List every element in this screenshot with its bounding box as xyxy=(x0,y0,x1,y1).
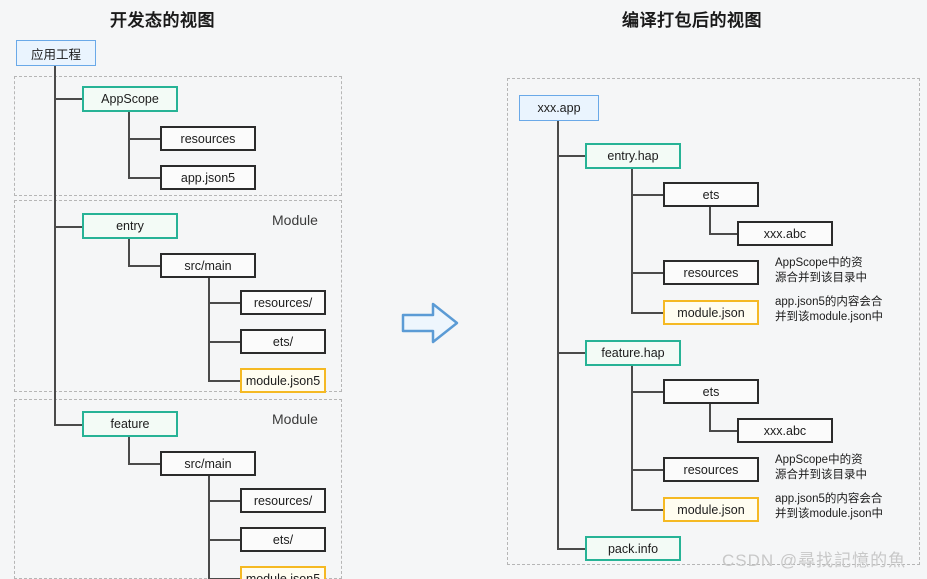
node-app-project[interactable]: 应用工程 xyxy=(16,40,96,66)
csdn-watermark: CSDN @尋找記憶的魚 xyxy=(722,551,907,570)
connector-ets-abc-feature xyxy=(709,430,737,432)
connector-appscope-appjson5 xyxy=(128,177,160,179)
connector-ets-abc-entry xyxy=(709,233,737,235)
spine-appscope xyxy=(128,112,130,178)
connector-entry-srcmain xyxy=(128,265,160,267)
node-entryhap-module-json[interactable]: module.json xyxy=(663,300,759,325)
annotation-resources-feature: AppScope中的资 源合并到该目录中 xyxy=(775,454,867,481)
connector-root-feature xyxy=(54,424,82,426)
node-feature-module-json5[interactable]: module.json5 xyxy=(240,566,326,579)
connector-entryhap-resources xyxy=(631,272,663,274)
spine-entry xyxy=(128,239,130,267)
spine-featurehap-ets xyxy=(709,404,711,432)
node-entryhap-ets[interactable]: ets xyxy=(663,182,759,207)
node-entry-resources[interactable]: resources/ xyxy=(240,290,326,315)
node-entry-ets[interactable]: ets/ xyxy=(240,329,326,354)
spine-entry-hap xyxy=(631,169,633,314)
node-featurehap-resources[interactable]: resources xyxy=(663,457,759,482)
connector-app-featurehap xyxy=(557,352,585,354)
connector-entry-resources xyxy=(208,302,240,304)
node-feature-ets[interactable]: ets/ xyxy=(240,527,326,552)
connector-entryhap-ets xyxy=(631,194,663,196)
right-arrow-icon xyxy=(401,302,459,344)
node-pack-info[interactable]: pack.info xyxy=(585,536,681,561)
node-entryhap-abc[interactable]: xxx.abc xyxy=(737,221,833,246)
node-xxx-app[interactable]: xxx.app xyxy=(519,95,599,121)
node-feature-hap[interactable]: feature.hap xyxy=(585,340,681,366)
node-entry-srcmain[interactable]: src/main xyxy=(160,253,256,278)
connector-app-packinfo xyxy=(557,548,585,550)
node-appscope-resources[interactable]: resources xyxy=(160,126,256,151)
connector-entry-modulejson5 xyxy=(208,380,240,382)
node-entry-module-json5[interactable]: module.json5 xyxy=(240,368,326,393)
node-entry[interactable]: entry xyxy=(82,213,178,239)
node-featurehap-ets[interactable]: ets xyxy=(663,379,759,404)
spine-feature-srcmain xyxy=(208,476,210,579)
node-appscope[interactable]: AppScope xyxy=(82,86,178,112)
module-label-feature: Module xyxy=(272,411,318,427)
spine-entryhap-ets xyxy=(709,207,711,235)
spine-feature xyxy=(128,437,130,465)
connector-feature-ets xyxy=(208,539,240,541)
node-feature-resources[interactable]: resources/ xyxy=(240,488,326,513)
node-entry-hap[interactable]: entry.hap xyxy=(585,143,681,169)
node-app-json5[interactable]: app.json5 xyxy=(160,165,256,190)
connector-featurehap-ets xyxy=(631,391,663,393)
annotation-modulejson-entry: app.json5的内容会合 并到该module.json中 xyxy=(775,296,884,323)
node-feature-srcmain[interactable]: src/main xyxy=(160,451,256,476)
connector-appscope-resources xyxy=(128,138,160,140)
module-label-entry: Module xyxy=(272,212,318,228)
node-featurehap-abc[interactable]: xxx.abc xyxy=(737,418,833,443)
annotation-resources-entry: AppScope中的资 源合并到该目录中 xyxy=(775,257,867,284)
node-featurehap-module-json[interactable]: module.json xyxy=(663,497,759,522)
spine-left-root xyxy=(54,66,56,424)
connector-entry-ets xyxy=(208,341,240,343)
connector-feature-srcmain xyxy=(128,463,160,465)
annotation-modulejson-feature: app.json5的内容会合 并到该module.json中 xyxy=(775,493,884,520)
left-view-title: 开发态的视图 xyxy=(110,11,215,30)
spine-right-root xyxy=(557,121,559,548)
diagram-canvas: 开发态的视图 编译打包后的视图 Module Module 应用工程 AppSc… xyxy=(0,0,927,579)
connector-root-appscope xyxy=(54,98,82,100)
connector-root-entry xyxy=(54,226,82,228)
node-feature[interactable]: feature xyxy=(82,411,178,437)
spine-feature-hap xyxy=(631,366,633,511)
connector-feature-resources xyxy=(208,500,240,502)
node-entryhap-resources[interactable]: resources xyxy=(663,260,759,285)
connector-featurehap-resources xyxy=(631,469,663,471)
spine-entry-srcmain xyxy=(208,278,210,382)
connector-app-entryhap xyxy=(557,155,585,157)
connector-featurehap-modulejson xyxy=(631,509,663,511)
connector-entryhap-modulejson xyxy=(631,312,663,314)
right-view-title: 编译打包后的视图 xyxy=(622,11,762,30)
